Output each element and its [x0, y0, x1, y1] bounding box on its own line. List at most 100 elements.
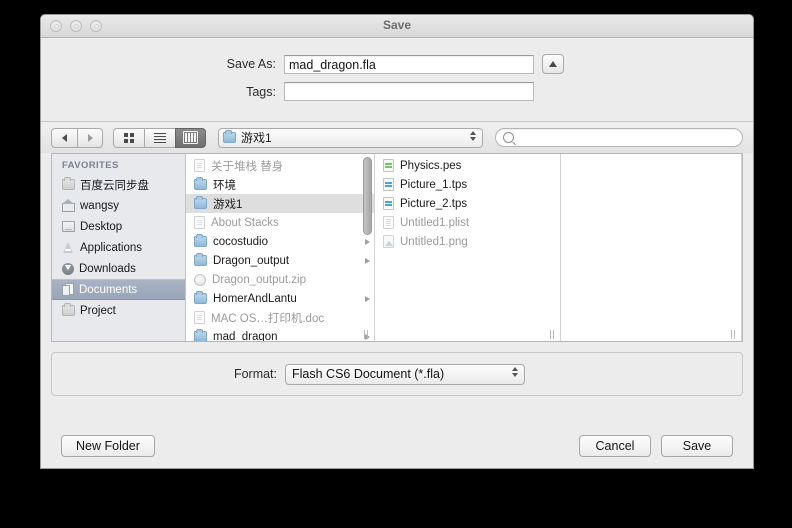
name-fields: Save As: mad_dragon.fla Tags:	[41, 38, 753, 121]
sidebar-item-label: Desktop	[80, 220, 123, 233]
save-button[interactable]: Save	[661, 435, 733, 457]
folder-icon	[62, 177, 75, 190]
list-icon	[154, 131, 166, 145]
sidebar-item-desktop[interactable]: Desktop	[52, 216, 185, 237]
list-item[interactable]: 关于堆栈 替身	[186, 156, 374, 175]
sidebar-item-label: Project	[80, 304, 116, 317]
search-input[interactable]	[495, 128, 743, 147]
list-item-label: Untitled1.png	[400, 235, 468, 248]
sidebar-item-baidu[interactable]: 百度云同步盘	[52, 174, 185, 195]
columns-icon	[183, 131, 198, 144]
list-item[interactable]: 游戏1	[186, 194, 374, 213]
format-section: Format: Flash CS6 Document (*.fla)	[51, 352, 743, 396]
sidebar-item-applications[interactable]: Applications	[52, 237, 185, 258]
list-item-label: 游戏1	[213, 198, 243, 211]
sidebar-header: FAVORITES	[62, 160, 119, 171]
new-folder-button[interactable]: New Folder	[61, 435, 155, 457]
tags-input[interactable]	[284, 82, 534, 101]
window-title: Save	[382, 18, 412, 32]
dialog-buttons: New Folder Cancel Save	[41, 434, 753, 458]
list-item-label: Untitled1.plist	[400, 216, 470, 229]
sidebar-item-documents[interactable]: Documents	[52, 279, 185, 300]
sidebar-item-label: 百度云同步盘	[80, 179, 149, 192]
column-1[interactable]: 关于堆栈 替身 环境 游戏1 About Stacks cocostudio D…	[186, 154, 375, 341]
save-dialog: Save Save As: mad_dragon.fla Tags: 游戏1 F…	[40, 14, 754, 469]
scrollbar-thumb[interactable]	[363, 157, 372, 235]
list-item[interactable]: Dragon_output	[186, 251, 374, 270]
column-view-button[interactable]	[175, 127, 206, 148]
path-popup-label: 游戏1	[241, 131, 272, 145]
tps-file-icon	[383, 197, 394, 210]
column-resize-grip[interactable]	[550, 330, 557, 339]
sidebar: FAVORITES 百度云同步盘 wangsy Desktop Applicat…	[52, 154, 186, 341]
list-item-label: Dragon_output.zip	[212, 273, 306, 286]
title-bar: Save	[41, 15, 753, 38]
column-scrollbar[interactable]	[363, 157, 372, 327]
navigation-buttons	[51, 127, 103, 148]
sidebar-item-label: Applications	[80, 241, 143, 254]
list-item[interactable]: Picture_1.tps	[375, 175, 560, 194]
tps-file-icon	[383, 178, 394, 191]
column-resize-grip[interactable]	[364, 330, 371, 339]
list-item-label: Picture_2.tps	[400, 197, 468, 210]
chevron-updown-icon	[512, 367, 519, 381]
column-3[interactable]	[561, 154, 742, 341]
list-item-label: About Stacks	[211, 216, 279, 229]
format-value: Flash CS6 Document (*.fla)	[292, 367, 445, 381]
list-item[interactable]: mad_dragon	[186, 327, 374, 341]
list-item[interactable]: About Stacks	[186, 213, 374, 232]
file-browser: FAVORITES 百度云同步盘 wangsy Desktop Applicat…	[51, 153, 743, 342]
pes-file-icon	[383, 159, 394, 172]
list-item[interactable]: MAC OS…打印机.doc	[186, 308, 374, 327]
home-icon	[62, 198, 75, 212]
list-view-button[interactable]	[144, 127, 175, 148]
sidebar-item-label: wangsy	[80, 199, 119, 212]
list-item-label: HomerAndLantu	[213, 292, 297, 305]
format-popup-button[interactable]: Flash CS6 Document (*.fla)	[285, 363, 525, 385]
sidebar-item-downloads[interactable]: Downloads	[52, 258, 185, 279]
alias-file-icon	[194, 159, 205, 172]
save-as-input[interactable]: mad_dragon.fla	[284, 54, 534, 74]
folder-icon	[194, 291, 207, 304]
save-as-label: Save As:	[226, 57, 276, 71]
documents-icon	[62, 283, 74, 296]
list-item[interactable]: HomerAndLantu	[186, 289, 374, 308]
list-item-label: 关于堆栈 替身	[211, 160, 284, 173]
cancel-button[interactable]: Cancel	[579, 435, 651, 457]
icon-view-button[interactable]	[113, 127, 144, 148]
browser-toolbar: 游戏1	[41, 121, 753, 153]
back-button[interactable]	[51, 127, 77, 148]
downloads-icon	[62, 262, 74, 275]
folder-icon	[194, 177, 207, 190]
column-2[interactable]: Physics.pes Picture_1.tps Picture_2.tps …	[375, 154, 561, 341]
list-item[interactable]: Untitled1.plist	[375, 213, 560, 232]
list-item-label: 环境	[213, 179, 236, 192]
path-popup-button[interactable]: 游戏1	[218, 127, 483, 148]
grid-icon	[124, 132, 134, 143]
document-icon	[194, 216, 205, 229]
sidebar-item-project[interactable]: Project	[52, 300, 185, 321]
plist-file-icon	[383, 216, 394, 229]
list-item-label: Physics.pes	[400, 159, 462, 172]
list-item[interactable]: cocostudio	[186, 232, 374, 251]
sidebar-item-label: Downloads	[79, 262, 136, 275]
column-resize-grip[interactable]	[731, 330, 738, 339]
folder-icon	[223, 130, 236, 143]
sidebar-item-label: Documents	[79, 283, 138, 296]
list-item[interactable]: 环境	[186, 175, 374, 194]
list-item[interactable]: Physics.pes	[375, 156, 560, 175]
chevron-updown-icon	[470, 130, 477, 145]
folder-icon	[62, 303, 75, 316]
list-item-label: Picture_1.tps	[400, 178, 468, 191]
forward-button[interactable]	[77, 127, 103, 148]
tags-row: Tags:	[41, 82, 753, 101]
folder-icon	[194, 253, 207, 266]
folder-icon	[194, 234, 207, 247]
sidebar-item-wangsy[interactable]: wangsy	[52, 195, 185, 216]
list-item[interactable]: Picture_2.tps	[375, 194, 560, 213]
desktop-icon	[62, 221, 75, 232]
list-item[interactable]: Dragon_output.zip	[186, 270, 374, 289]
disclosure-triangle-up-icon[interactable]	[542, 54, 564, 74]
list-item-label: cocostudio	[213, 235, 268, 248]
list-item[interactable]: Untitled1.png	[375, 232, 560, 251]
